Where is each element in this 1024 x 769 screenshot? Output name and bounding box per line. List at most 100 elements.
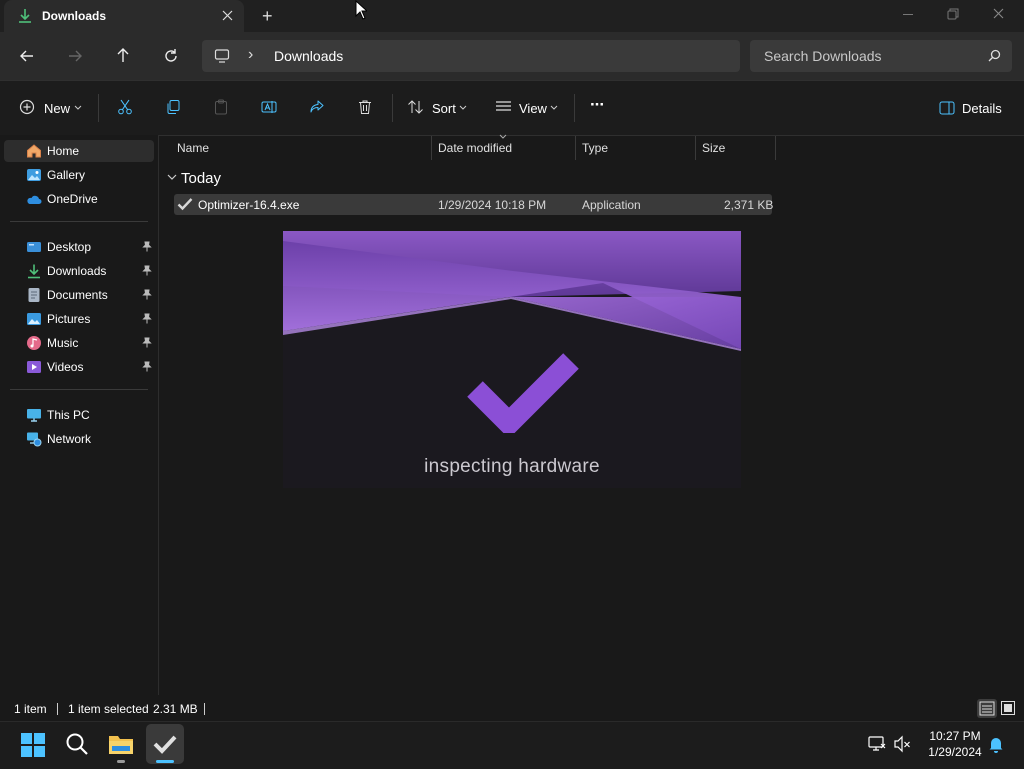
minimize-icon[interactable]: [903, 14, 913, 16]
onedrive-cloud-icon: [26, 191, 42, 207]
column-header-size[interactable]: Size: [702, 141, 725, 155]
pin-icon[interactable]: [142, 265, 152, 276]
sort-indicator-icon: [499, 134, 507, 139]
sort-icon: [407, 99, 425, 115]
pin-icon[interactable]: [142, 289, 152, 300]
home-icon: [26, 143, 42, 159]
copy-icon[interactable]: [165, 99, 181, 115]
optimizer-taskbar-button[interactable]: [146, 724, 184, 764]
group-collapse-chevron-icon[interactable]: [167, 174, 177, 181]
file-name[interactable]: Optimizer-16.4.exe: [198, 198, 299, 212]
sidebar-label: Desktop: [47, 240, 92, 254]
pin-icon[interactable]: [142, 241, 152, 252]
sidebar-item-desktop[interactable]: Desktop: [4, 236, 154, 258]
network-status-icon[interactable]: [868, 735, 886, 753]
active-indicator: [156, 760, 174, 763]
column-divider[interactable]: [431, 136, 432, 160]
sidebar-divider: [10, 221, 148, 222]
videos-icon: [26, 359, 42, 375]
view-button[interactable]: View: [492, 96, 564, 120]
search-icon[interactable]: [988, 49, 1001, 62]
file-date: 1/29/2024 10:18 PM: [438, 198, 547, 212]
notification-bell-icon[interactable]: [988, 736, 1004, 753]
pin-icon[interactable]: [142, 337, 152, 348]
sidebar-item-home[interactable]: Home: [4, 140, 154, 162]
breadcrumb-separator[interactable]: ›: [248, 46, 253, 64]
sidebar-item-this-pc[interactable]: This PC: [4, 404, 154, 426]
forward-arrow-icon[interactable]: [67, 48, 83, 64]
windows-start-icon[interactable]: [21, 733, 45, 757]
navigation-pane: Home Gallery OneDrive Desktop Downloads …: [0, 135, 158, 695]
paste-icon[interactable]: [213, 99, 229, 115]
large-icons-view-toggle-icon[interactable]: [1000, 700, 1016, 716]
clock-time[interactable]: 10:27 PM: [920, 729, 990, 743]
close-tab-icon[interactable]: [222, 10, 233, 21]
refresh-icon[interactable]: [163, 48, 179, 64]
pictures-icon: [26, 311, 42, 327]
share-icon[interactable]: [309, 99, 325, 115]
sidebar-label: OneDrive: [47, 192, 98, 206]
clock-date[interactable]: 1/29/2024: [920, 745, 990, 759]
sidebar-item-documents[interactable]: Documents: [4, 284, 154, 306]
address-bar[interactable]: › Downloads: [202, 40, 740, 72]
sidebar-divider: [10, 389, 148, 390]
column-divider[interactable]: [695, 136, 696, 160]
column-divider[interactable]: [775, 136, 776, 160]
details-pane-button[interactable]: Details: [936, 96, 1008, 120]
chevron-down-icon: [74, 105, 82, 110]
sort-button[interactable]: Sort: [404, 96, 474, 120]
status-selected-size: 2.31 MB: [153, 702, 198, 716]
new-button[interactable]: New: [16, 96, 86, 120]
sidebar-label: Music: [47, 336, 79, 350]
breadcrumb-downloads[interactable]: Downloads: [274, 48, 343, 64]
file-explorer-folder-icon[interactable]: [108, 732, 134, 756]
sidebar-item-gallery[interactable]: Gallery: [4, 164, 154, 186]
desktop-icon: [26, 239, 42, 255]
file-size: 2,371 KB: [724, 198, 774, 212]
column-header-type[interactable]: Type: [582, 141, 608, 155]
chevron-down-icon: [550, 105, 558, 110]
sidebar-label: Documents: [47, 288, 108, 302]
status-divider: [204, 703, 205, 715]
file-type: Application: [582, 198, 641, 212]
column-header-name[interactable]: Name: [177, 141, 209, 155]
volume-muted-icon[interactable]: [893, 735, 911, 753]
running-indicator: [117, 760, 125, 763]
sidebar-item-pictures[interactable]: Pictures: [4, 308, 154, 330]
close-window-icon[interactable]: [993, 8, 1004, 19]
search-icon[interactable]: [65, 732, 89, 756]
back-arrow-icon[interactable]: [19, 48, 35, 64]
network-icon: [26, 431, 42, 447]
documents-icon: [26, 287, 42, 303]
details-view-toggle-icon[interactable]: [977, 699, 997, 718]
new-tab-button[interactable]: +: [262, 6, 273, 27]
sidebar-item-music[interactable]: Music: [4, 332, 154, 354]
pin-icon[interactable]: [142, 361, 152, 372]
column-divider[interactable]: [575, 136, 576, 160]
restore-icon[interactable]: [947, 8, 959, 20]
pin-icon[interactable]: [142, 313, 152, 324]
sidebar-label: Videos: [47, 360, 84, 374]
column-header-date[interactable]: Date modified: [438, 141, 512, 155]
computer-icon: [214, 48, 230, 64]
group-header-today[interactable]: Today: [181, 170, 221, 187]
sidebar-item-downloads[interactable]: Downloads: [4, 260, 154, 282]
search-box[interactable]: Search Downloads: [750, 40, 1012, 72]
tab-downloads[interactable]: Downloads: [4, 0, 244, 32]
rename-icon[interactable]: [261, 99, 277, 115]
status-divider: [57, 703, 58, 715]
sidebar-label: Gallery: [47, 168, 86, 182]
sidebar-item-network[interactable]: Network: [4, 428, 154, 450]
cut-icon[interactable]: [117, 99, 133, 115]
up-arrow-icon[interactable]: [115, 47, 131, 63]
toolbar-divider: [574, 94, 575, 122]
more-options-button[interactable]: ···: [590, 95, 605, 115]
checkmark-logo-icon: [467, 341, 579, 433]
status-selected: 1 item selected: [68, 702, 149, 716]
sidebar-item-videos[interactable]: Videos: [4, 356, 154, 378]
view-list-icon: [495, 100, 512, 114]
toolbar-divider: [392, 94, 393, 122]
delete-icon[interactable]: [357, 99, 373, 115]
pane-divider[interactable]: [158, 135, 159, 695]
sidebar-item-onedrive[interactable]: OneDrive: [4, 188, 154, 210]
